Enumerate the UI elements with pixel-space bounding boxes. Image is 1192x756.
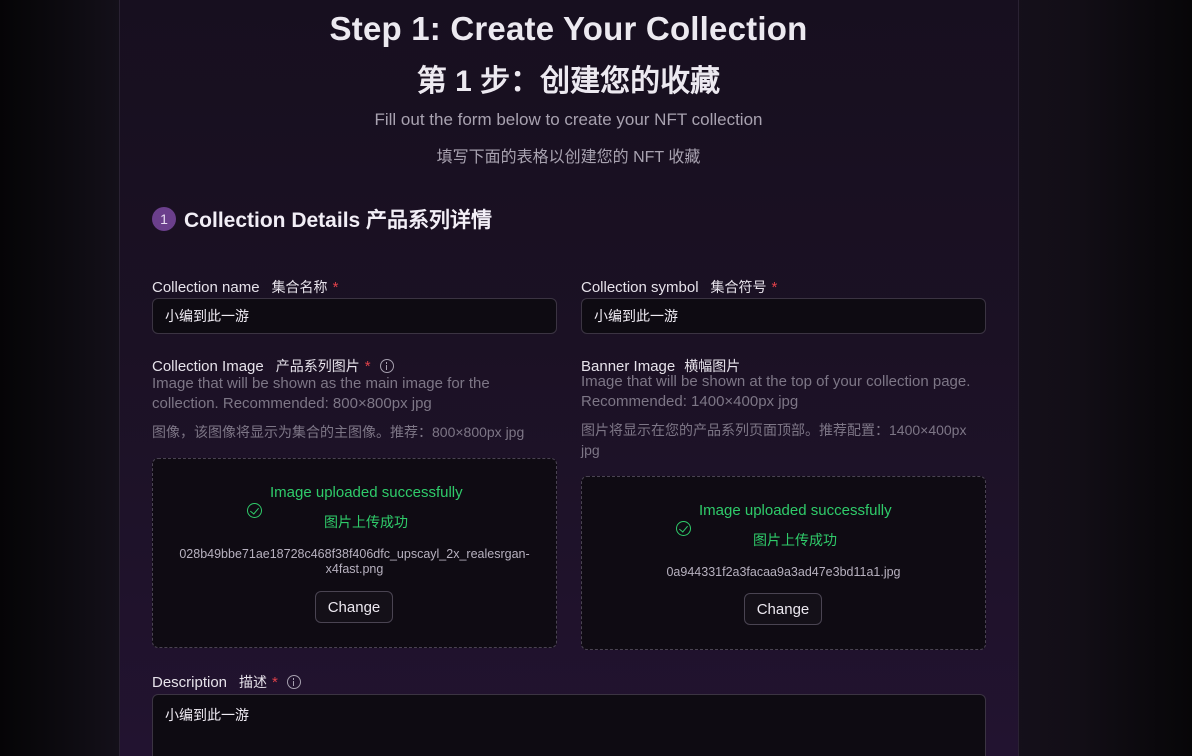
section-header: 1 Collection Details 产品系列详情 <box>152 204 492 234</box>
banner-image-filename: 0a944331f2a3facaa9a3ad47e3bd11a1.jpg <box>666 565 901 579</box>
collection-name-label: Collection name 集合名称 * <box>152 277 338 297</box>
banner-image-help-zh-line1: 图片将显示在您的产品系列页面顶部。推荐配置：1400×400px <box>581 422 967 438</box>
description-label-zh: 描述 <box>239 674 268 690</box>
banner-image-help-line1: Image that will be shown at the top of y… <box>581 373 971 390</box>
step-number-badge: 1 <box>152 207 176 231</box>
collection-name-label-text: Collection name <box>152 278 260 296</box>
collection-image-label: Collection Image 产品系列图片 * <box>152 356 394 376</box>
required-mark: * <box>364 357 371 375</box>
banner-image-status: Image uploaded successfully <box>699 502 892 519</box>
collection-image-filename-line2: x4fast.png <box>325 562 384 576</box>
change-collection-image-button[interactable]: Change <box>315 591 393 623</box>
collection-symbol-label-text: Collection symbol <box>581 278 699 296</box>
collection-symbol-input[interactable]: 小编到此一游 <box>581 298 986 334</box>
page-title-zh: 第 1 步：创建您的收藏 <box>416 65 721 98</box>
info-icon[interactable] <box>379 359 394 373</box>
banner-image-help-zh-line2: jpg <box>581 442 600 458</box>
collection-image-help-zh: 图像，该图像将显示为集合的主图像。推荐：800×800px jpg <box>152 424 525 440</box>
page-subtitle: Fill out the form below to create your N… <box>374 110 763 129</box>
collection-name-label-zh: 集合名称 <box>271 279 328 295</box>
collection-image-label-text: Collection Image <box>152 357 264 375</box>
collection-name-input[interactable]: 小编到此一游 <box>152 298 557 334</box>
banner-image-help-line2: Recommended: 1400×400px jpg <box>581 393 799 410</box>
page-subtitle-zh: 填写下面的表格以创建您的 NFT 收藏 <box>436 149 701 166</box>
collection-image-help-line1: Image that will be shown as the main ima… <box>152 375 490 392</box>
check-circle-icon <box>247 503 262 518</box>
collection-image-status-zh: 图片上传成功 <box>324 514 408 530</box>
check-circle-icon <box>676 521 691 536</box>
collection-image-filename: 028b49bbe71ae18728c468f38f406dfc_upscayl… <box>160 547 549 577</box>
banner-image-help-zh: 图片将显示在您的产品系列页面顶部。推荐配置：1400×400px jpg <box>581 420 991 460</box>
required-mark: * <box>332 278 339 296</box>
collection-image-status: Image uploaded successfully <box>270 484 463 501</box>
banner-image-status-zh: 图片上传成功 <box>753 532 837 548</box>
collection-image-filename-line1: 028b49bbe71ae18728c468f38f406dfc_upscayl… <box>179 547 530 561</box>
collection-symbol-label: Collection symbol 集合符号 * <box>581 277 777 297</box>
collection-image-help-line2: collection. Recommended: 800×800px jpg <box>152 395 432 412</box>
collection-symbol-label-zh: 集合符号 <box>710 279 767 295</box>
change-banner-image-button[interactable]: Change <box>744 593 822 625</box>
description-label: Description 描述 * <box>152 672 301 692</box>
required-mark: * <box>272 673 278 691</box>
page-title: Step 1: Create Your Collection <box>329 10 808 47</box>
collection-image-label-zh: 产品系列图片 <box>275 358 360 374</box>
description-textarea[interactable]: 小编到此一游 <box>152 694 986 756</box>
collection-image-help: Image that will be shown as the main ima… <box>152 374 562 414</box>
banner-image-help: Image that will be shown at the top of y… <box>581 372 991 412</box>
description-label-text: Description <box>152 673 228 691</box>
required-mark: * <box>771 278 778 296</box>
section-title: Collection Details 产品系列详情 <box>184 209 493 232</box>
info-icon[interactable] <box>286 675 301 689</box>
